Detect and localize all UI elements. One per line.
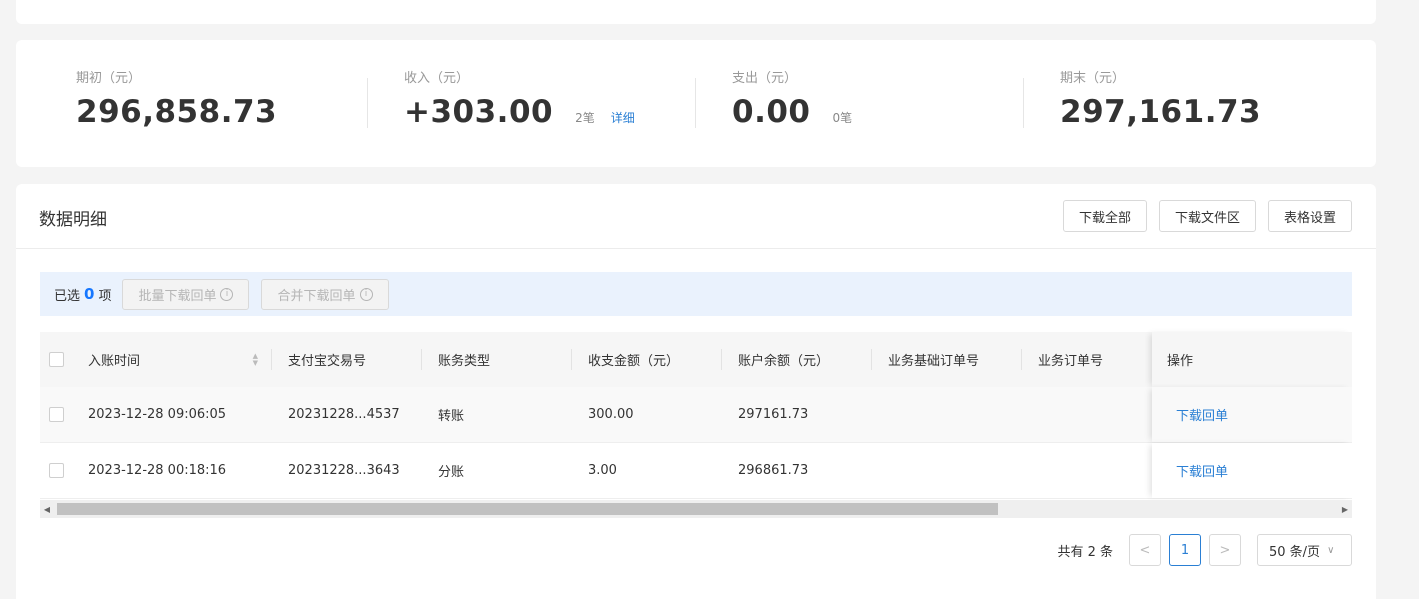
expense-value: 0.00: [732, 94, 811, 130]
cell-time: 2023-12-28 09:06:05: [88, 407, 227, 422]
table-row: 2023-12-28 09:06:05 20231228...4537 转账 3…: [40, 387, 1352, 443]
column-header-balance: 账户余额（元）: [738, 354, 830, 369]
row-checkbox[interactable]: [49, 407, 64, 422]
opening-value: 296,858.73: [76, 94, 278, 130]
pagination: 共有 2 条 < 1 > 50 条/页 ∨: [1057, 534, 1352, 566]
download-receipt-link[interactable]: 下载回单: [1176, 405, 1228, 424]
summary-income: 收入（元） +303.00 2笔 详细: [404, 67, 635, 130]
page-size-label: 50 条/页: [1269, 544, 1321, 560]
info-icon: i: [220, 287, 234, 301]
expense-label: 支出（元）: [732, 71, 798, 86]
summary-closing: 期末（元） 297,161.73: [1060, 67, 1261, 130]
detail-title: 数据明细: [39, 210, 107, 230]
download-receipt-link[interactable]: 下载回单: [1176, 461, 1228, 480]
summary-opening: 期初（元） 296,858.73: [76, 67, 277, 130]
selection-bar: 已选 0 项 批量下载回单 i 合并下载回单 i: [40, 272, 1352, 316]
chevron-down-icon: ∨: [1327, 544, 1335, 556]
opening-label: 期初（元）: [76, 71, 142, 86]
batch-download-label: 批量下载回单: [138, 288, 217, 304]
merge-download-button[interactable]: 合并下载回单 i: [261, 278, 389, 310]
table-settings-button[interactable]: 表格设置: [1267, 200, 1352, 232]
total-count: 共有 2 条: [1057, 544, 1113, 560]
table-row: 2023-12-28 00:18:16 20231228...3643 分账 3…: [40, 443, 1352, 499]
page-button[interactable]: 1: [1169, 534, 1201, 566]
column-header-time[interactable]: 入账时间 ▲ ▼: [88, 332, 258, 387]
income-count: 2笔: [575, 111, 595, 125]
data-table: 入账时间 ▲ ▼ 支付宝交易号 账务类型 收支金额（元） 账户余额（元） 业务基础…: [40, 332, 1352, 499]
expense-count: 0笔: [832, 111, 853, 125]
batch-download-button[interactable]: 批量下载回单 i: [122, 278, 250, 310]
info-icon: i: [359, 287, 373, 301]
closing-label: 期末（元）: [1060, 71, 1126, 86]
income-value: +303.00: [404, 94, 554, 130]
selection-count: 0: [84, 285, 95, 303]
scrollbar-thumb[interactable]: [57, 503, 998, 515]
download-files-button[interactable]: 下载文件区: [1158, 200, 1256, 232]
cell-trade-no: 20231228...3643: [288, 463, 400, 478]
table-header: 入账时间 ▲ ▼ 支付宝交易号 账务类型 收支金额（元） 账户余额（元） 业务基础…: [40, 332, 1352, 387]
download-all-button[interactable]: 下载全部: [1062, 200, 1147, 232]
cell-time: 2023-12-28 00:18:16: [88, 463, 227, 478]
income-label: 收入（元）: [404, 71, 470, 86]
cell-type: 转账: [438, 409, 465, 424]
summary-divider: [695, 78, 696, 128]
income-detail-link[interactable]: 详细: [611, 109, 635, 126]
scroll-left-icon[interactable]: ◀: [40, 500, 54, 518]
closing-value: 297,161.73: [1060, 94, 1262, 130]
summary-expense: 支出（元） 0.00 0笔: [732, 67, 852, 130]
select-all-checkbox[interactable]: [49, 352, 64, 367]
detail-card: 数据明细 下载全部 下载文件区 表格设置 已选 0 项 批量下载回单 i 合并下…: [16, 184, 1376, 599]
column-header-base-order: 业务基础订单号: [888, 354, 980, 369]
column-header-action: 操作: [1152, 332, 1352, 387]
cell-type: 分账: [438, 465, 465, 480]
selection-suffix: 项: [98, 288, 112, 304]
header-divider: [16, 248, 1376, 249]
chevron-left-icon: <: [1139, 542, 1151, 558]
merge-download-label: 合并下载回单: [277, 288, 356, 304]
top-card: [16, 0, 1376, 24]
cell-amount: 300.00: [588, 407, 634, 422]
sort-icon[interactable]: ▲ ▼: [253, 353, 258, 367]
column-header-order: 业务订单号: [1038, 354, 1104, 369]
row-checkbox[interactable]: [49, 463, 64, 478]
cell-balance: 296861.73: [738, 463, 809, 478]
detail-toolbar: 下载全部 下载文件区 表格设置: [1062, 200, 1352, 232]
summary-divider: [367, 78, 368, 128]
cell-amount: 3.00: [588, 463, 617, 478]
selection-prefix: 已选: [54, 288, 81, 304]
page-size-select[interactable]: 50 条/页 ∨: [1257, 534, 1352, 566]
horizontal-scrollbar[interactable]: ◀ ▶: [40, 500, 1352, 518]
column-header-type: 账务类型: [438, 354, 491, 369]
summary-card: 期初（元） 296,858.73 收入（元） +303.00 2笔 详细 支出（…: [16, 40, 1376, 167]
chevron-right-icon: >: [1219, 542, 1231, 558]
scroll-right-icon[interactable]: ▶: [1338, 500, 1352, 518]
summary-divider: [1023, 78, 1024, 128]
cell-trade-no: 20231228...4537: [288, 407, 400, 422]
prev-page-button[interactable]: <: [1129, 534, 1161, 566]
column-header-trade-no: 支付宝交易号: [288, 354, 367, 369]
column-header-amount: 收支金额（元）: [588, 354, 680, 369]
next-page-button[interactable]: >: [1209, 534, 1241, 566]
cell-balance: 297161.73: [738, 407, 809, 422]
